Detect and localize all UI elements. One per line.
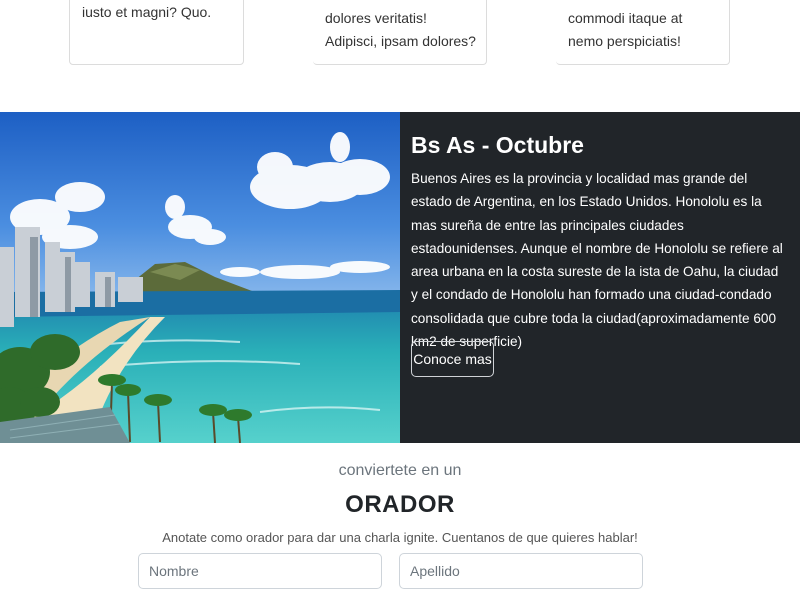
card-text: iusto et magni? Quo. xyxy=(82,4,212,20)
orador-subtitle: Anotate como orador para dar una charla … xyxy=(162,530,638,545)
page: iusto et magni? Quo. dolores veritatis! … xyxy=(0,0,800,600)
speaker-card: iusto et magni? Quo. xyxy=(69,0,244,65)
orador-title: ORADOR xyxy=(345,491,455,518)
speaker-card: commodi itaque at nemo perspiciatis! xyxy=(556,0,730,65)
orador-pretitle: conviertete en un xyxy=(338,462,462,479)
beach-photo xyxy=(0,112,400,443)
location-description: Buenos Aires es la provincia y localidad… xyxy=(411,171,783,350)
card-text: dolores veritatis! Adipisci, ipsam dolor… xyxy=(325,10,476,49)
nombre-input[interactable] xyxy=(138,553,382,589)
conoce-mas-button[interactable]: Conoce mas xyxy=(411,341,494,377)
location-section: Bs As - Octubre Buenos Aires es la provi… xyxy=(0,112,800,443)
speaker-card: dolores veritatis! Adipisci, ipsam dolor… xyxy=(313,0,487,65)
card-text: commodi itaque at nemo perspiciatis! xyxy=(568,10,683,49)
location-title: Bs As - Octubre xyxy=(411,132,584,158)
apellido-input[interactable] xyxy=(399,553,643,589)
